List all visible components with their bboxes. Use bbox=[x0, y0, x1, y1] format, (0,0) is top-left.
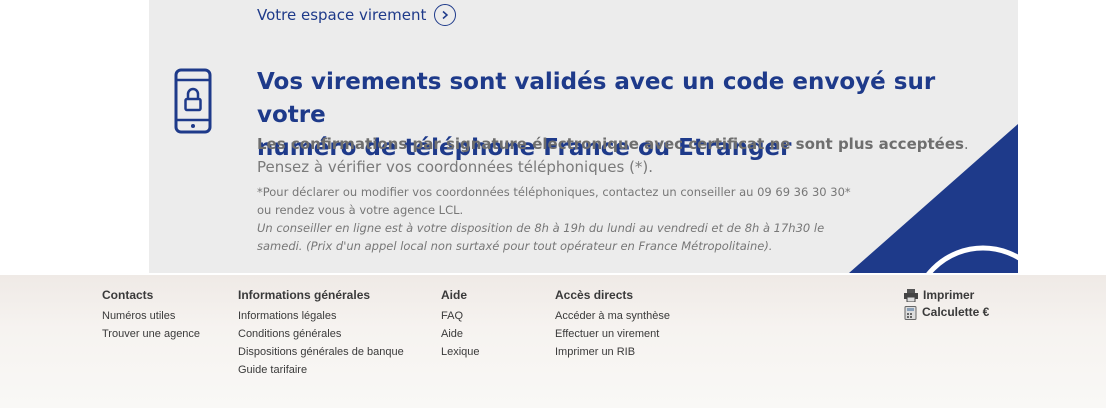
transfer-space-link[interactable]: Votre espace virement bbox=[257, 4, 457, 26]
calculator-label: Calculette € bbox=[922, 305, 990, 319]
contact-footnote: *Pour déclarer ou modifier vos coordonné… bbox=[257, 183, 867, 255]
footer-link-imprimer-rib[interactable]: Imprimer un RIB bbox=[555, 343, 670, 361]
footer-link-guide-tarifaire[interactable]: Guide tarifaire bbox=[238, 361, 404, 379]
footer-tools: Imprimer Calculette € bbox=[904, 287, 989, 321]
transfer-info-banner: Votre espace virement Vos virements sont… bbox=[149, 0, 1018, 273]
footer-link-synthese[interactable]: Accéder à ma synthèse bbox=[555, 307, 670, 325]
calculator-icon bbox=[904, 305, 917, 320]
footer-link-lexique[interactable]: Lexique bbox=[441, 343, 480, 361]
chevron-right-icon[interactable] bbox=[434, 4, 457, 26]
footnote-line4: samedi. (Prix d'un appel local non surta… bbox=[257, 239, 773, 253]
footer-link-conditions-generales[interactable]: Conditions générales bbox=[238, 325, 404, 343]
banner-title-line1: Vos virements sont validés avec un code … bbox=[257, 69, 936, 128]
footer-link-numeros-utiles[interactable]: Numéros utiles bbox=[102, 307, 200, 325]
footnote-line2: ou rendez vous à votre agence LCL. bbox=[257, 203, 464, 217]
transfer-space-link-label: Votre espace virement bbox=[257, 6, 427, 24]
site-footer: Contacts Numéros utiles Trouver une agen… bbox=[0, 275, 1106, 408]
footer-link-effectuer-virement[interactable]: Effectuer un virement bbox=[555, 325, 670, 343]
footnote-line3: Un conseiller en ligne est à votre dispo… bbox=[257, 221, 825, 235]
footer-column-acces-directs: Accès directs Accéder à ma synthèse Effe… bbox=[555, 288, 670, 361]
footer-heading-acces-directs: Accès directs bbox=[555, 288, 634, 302]
footer-column-aide: Aide FAQ Aide Lexique bbox=[441, 288, 480, 361]
footer-column-contacts: Contacts Numéros utiles Trouver une agen… bbox=[102, 288, 200, 343]
calculator-button[interactable]: Calculette € bbox=[904, 304, 989, 321]
footer-link-trouver-agence[interactable]: Trouver une agence bbox=[102, 325, 200, 343]
footer-link-aide[interactable]: Aide bbox=[441, 325, 480, 343]
smartphone-lock-icon bbox=[174, 68, 212, 134]
footer-heading-aide: Aide bbox=[441, 288, 468, 302]
footer-heading-informations: Informations générales bbox=[238, 288, 371, 302]
footer-link-informations-legales[interactable]: Informations légales bbox=[238, 307, 404, 325]
print-label: Imprimer bbox=[923, 288, 975, 302]
footer-heading-contacts: Contacts bbox=[102, 288, 154, 302]
footer-link-faq[interactable]: FAQ bbox=[441, 307, 480, 325]
printer-icon bbox=[904, 289, 918, 302]
footnote-line1: *Pour déclarer ou modifier vos coordonné… bbox=[257, 185, 851, 199]
decorative-corner-graphic bbox=[849, 124, 1018, 273]
footer-link-dispositions-banque[interactable]: Dispositions générales de banque bbox=[238, 343, 404, 361]
print-button[interactable]: Imprimer bbox=[904, 287, 989, 304]
footer-column-informations: Informations générales Informations léga… bbox=[238, 288, 404, 379]
